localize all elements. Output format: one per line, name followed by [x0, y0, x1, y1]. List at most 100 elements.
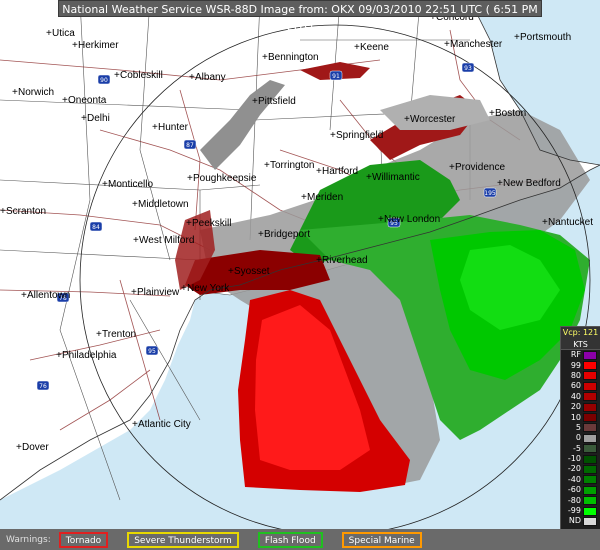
interstate-shield-icon: 87	[183, 139, 197, 150]
city-label: Middletown	[138, 199, 189, 210]
legend-row: 80	[561, 371, 600, 381]
legend-label: 80	[570, 370, 581, 380]
city-label: Hartford	[322, 166, 358, 177]
city-label: Bennington	[268, 52, 319, 63]
city-bridgeport: + Bridgeport	[258, 229, 310, 240]
city-label: Scranton	[6, 206, 46, 217]
warning-special-marine[interactable]: Special Marine	[341, 531, 422, 548]
city-westmilford: + West Milford	[133, 235, 194, 246]
legend-label: -80	[567, 495, 581, 505]
city-portsmouth: + Portsmouth	[514, 32, 571, 43]
legend-label: ND	[568, 516, 581, 526]
legend-swatch	[583, 506, 597, 516]
city-utica: + Utica	[46, 28, 75, 39]
legend-label: 10	[570, 412, 581, 422]
interstate-shield-icon: 195	[483, 187, 497, 198]
city-label: Herkimer	[78, 40, 119, 51]
interstate-shield-icon: 95	[145, 345, 159, 356]
city-label: Delhi	[87, 113, 110, 124]
legend-row: 10	[561, 412, 600, 423]
city-label: Dover	[22, 442, 49, 453]
city-label: New London	[384, 214, 440, 225]
city-middletown: + Middletown	[132, 199, 189, 210]
city-peekskill: + Peekskill	[186, 218, 231, 229]
legend-label: 99	[570, 360, 581, 370]
city-syosset: + Syosset	[228, 266, 270, 277]
city-label: Willimantic	[372, 172, 420, 183]
city-boston: + Boston	[489, 108, 526, 119]
city-norwich: + Norwich	[12, 87, 54, 98]
legend-row: -80	[561, 495, 600, 506]
city-label: Providence	[455, 162, 505, 173]
legend-swatch	[583, 433, 597, 443]
city-label: Manchester	[450, 39, 503, 50]
city-label: Peekskill	[192, 218, 231, 229]
warning-tornado[interactable]: Tornado	[58, 531, 109, 548]
legend-swatch	[583, 423, 597, 433]
legend-units: KTS	[561, 339, 600, 350]
radar-map-canvas: 909193878495195787695 + Utica+ Herkimer+ Be…	[0, 0, 600, 529]
interstate-number: 195	[484, 190, 496, 197]
city-label: Plainview	[137, 287, 180, 298]
interstate-shield-icon: 93	[461, 62, 475, 73]
legend-row: -20	[561, 464, 600, 474]
legend-row: 20	[561, 402, 600, 412]
city-label: Philadelphia	[62, 350, 117, 361]
warning-flash-flood[interactable]: Flash Flood	[257, 531, 323, 548]
city-delhi: + Delhi	[81, 113, 110, 124]
city-nantucket: + Nantucket	[542, 217, 593, 228]
legend-label: -20	[567, 464, 581, 474]
city-label: Meriden	[307, 192, 343, 203]
legend-swatch	[583, 350, 597, 360]
warnings-bar: Warnings: Tornado Severe Thunderstorm Fl…	[0, 529, 600, 550]
city-label: Atlantic City	[138, 419, 191, 430]
legend-swatch	[583, 402, 597, 412]
legend-row: -40	[561, 475, 600, 485]
interstate-shield-icon: 76	[36, 380, 50, 391]
city-pittsfield: + Pittsfield	[252, 96, 296, 107]
city-willimantic: + Willimantic	[366, 172, 420, 183]
city-label: New Bedford	[503, 178, 561, 189]
warning-severe-thunderstorm[interactable]: Severe Thunderstorm	[127, 531, 239, 548]
legend-swatch	[583, 496, 597, 506]
legend-label: 20	[570, 402, 581, 412]
city-cobleskill: + Cobleskill	[114, 70, 163, 81]
city-philadelphia: + Philadelphia	[56, 350, 117, 361]
legend-row: 5	[561, 423, 600, 433]
legend-swatch	[583, 413, 597, 423]
city-torrington: + Torrington	[264, 160, 314, 171]
city-oneonta: + Oneonta	[62, 95, 107, 106]
interstate-number: 95	[148, 348, 156, 355]
city-meriden: + Meriden	[301, 192, 343, 203]
city-label: Springfield	[336, 130, 383, 141]
velocity-legend: Vcp: 121 KTS RF 99 80 60 40 20 10 5 0 -5 -10 -20 -40…	[560, 326, 600, 529]
city-label: Albany	[195, 72, 226, 83]
legend-label: RF	[570, 350, 581, 360]
legend-row: -10	[561, 454, 600, 464]
city-label: Utica	[52, 28, 75, 39]
city-plainview: + Plainview	[131, 287, 180, 298]
interstate-number: 76	[39, 383, 47, 390]
legend-label: 5	[575, 422, 581, 432]
radar-map: 90 91 93 87 84 95 195 78 76 95 + Utica + Herkimer + Be…	[0, 0, 600, 529]
legend-row: RF	[561, 350, 600, 360]
legend-swatch	[583, 475, 597, 485]
city-bennington: + Bennington	[262, 52, 319, 63]
legend-label: -60	[567, 485, 581, 495]
city-label: Nantucket	[548, 217, 593, 228]
legend-row: -5	[561, 444, 600, 454]
city-manchester: + Manchester	[444, 39, 503, 50]
city-label: Worcester	[410, 114, 456, 125]
interstate-number: 87	[186, 142, 194, 149]
city-label: Poughkeepsie	[193, 173, 257, 184]
legend-swatch	[583, 381, 597, 391]
city-label: Norwich	[18, 87, 54, 98]
legend-label: -99	[567, 506, 581, 516]
city-dover: + Dover	[16, 442, 49, 453]
city-label: Cobleskill	[120, 70, 163, 81]
city-herkimer: + Herkimer	[72, 40, 119, 51]
interstate-number: 84	[92, 224, 100, 231]
interstate-number: 93	[464, 65, 472, 72]
legend-row: ND	[561, 516, 600, 526]
legend-label: -40	[567, 474, 581, 484]
